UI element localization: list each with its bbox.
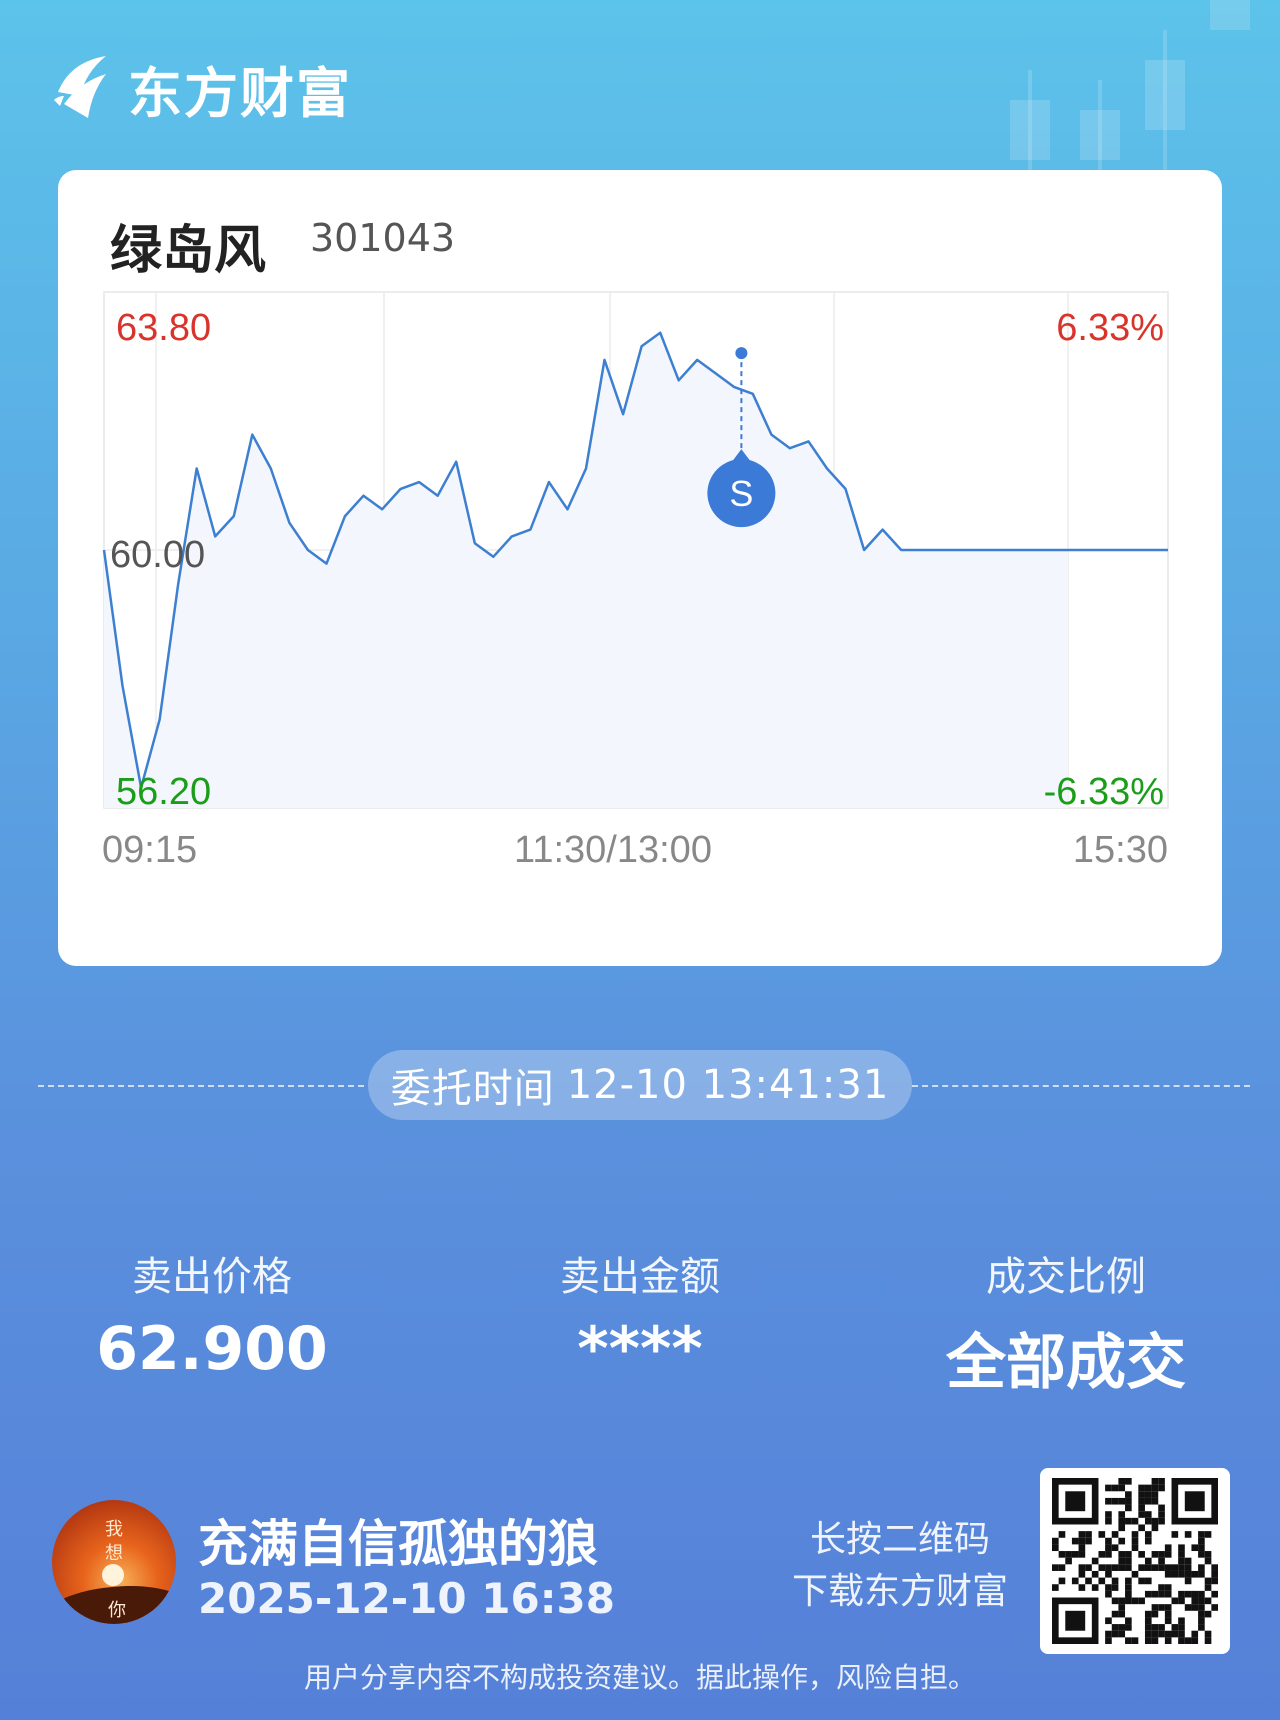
y-label-reference: 60.00	[110, 534, 205, 576]
disclaimer: 用户分享内容不构成投资建议。据此操作，风险自担。	[303, 1661, 976, 1694]
stat-sell-amount: 卖出金额 ****	[460, 1244, 820, 1384]
price-area-fill	[104, 332, 1068, 808]
pct-label-high: 6.33%	[1056, 307, 1164, 349]
stat-fill-ratio: 成交比例 全部成交	[886, 1244, 1246, 1401]
qr-code-icon	[1052, 1478, 1218, 1644]
x-label-close: 15:30	[1073, 829, 1168, 871]
stat-sell-price: 卖出价格 62.900	[32, 1244, 392, 1384]
qr-hint: 长按二维码 下载东方财富	[780, 1514, 1020, 1618]
stat-value: 全部成交	[946, 1328, 1186, 1398]
stat-value: ****	[577, 1314, 703, 1384]
avatar-caption: 我想	[105, 1519, 123, 1564]
sun-icon	[102, 1564, 124, 1586]
y-label-high: 63.80	[116, 307, 211, 349]
avatar[interactable]: 我想 你	[52, 1500, 176, 1624]
qr-code[interactable]	[1040, 1468, 1230, 1654]
dongfang-logo-icon	[54, 56, 106, 118]
stat-label: 卖出金额	[560, 1254, 720, 1300]
stat-label: 成交比例	[986, 1254, 1146, 1300]
x-label-midday: 11:30/13:00	[514, 829, 712, 871]
share-time: 2025-12-10 16:38	[198, 1574, 615, 1623]
stock-chart-card: 绿岛风 301043 S 63.80 60.00 56.20 6.33% -6.…	[58, 170, 1222, 966]
stat-label: 卖出价格	[132, 1254, 292, 1300]
intraday-chart: S 63.80 60.00 56.20 6.33% -6.33% 09:15 1…	[102, 291, 1169, 871]
order-time-value: 12-10 13:41:31	[566, 1062, 890, 1108]
stat-value: 62.900	[96, 1314, 328, 1384]
order-time-label: 委托时间	[390, 1066, 555, 1112]
qr-hint-line1: 长按二维码	[809, 1519, 990, 1560]
divider-left	[38, 1085, 364, 1087]
y-label-low: 56.20	[116, 771, 211, 813]
user-name: 充满自信孤独的狼	[198, 1515, 598, 1573]
pct-label-low: -6.33%	[1044, 771, 1164, 813]
brand-header: 东方财富	[50, 48, 352, 128]
sell-marker-label: S	[729, 473, 753, 514]
brand-name: 东方财富	[128, 61, 352, 125]
qr-hint-line2: 下载东方财富	[791, 1571, 1008, 1612]
x-label-open: 09:15	[102, 829, 197, 871]
order-time-pill: 委托时间 12-10 13:41:31	[368, 1050, 912, 1120]
avatar-caption-tail: 你	[108, 1600, 126, 1621]
divider-right	[912, 1085, 1250, 1087]
